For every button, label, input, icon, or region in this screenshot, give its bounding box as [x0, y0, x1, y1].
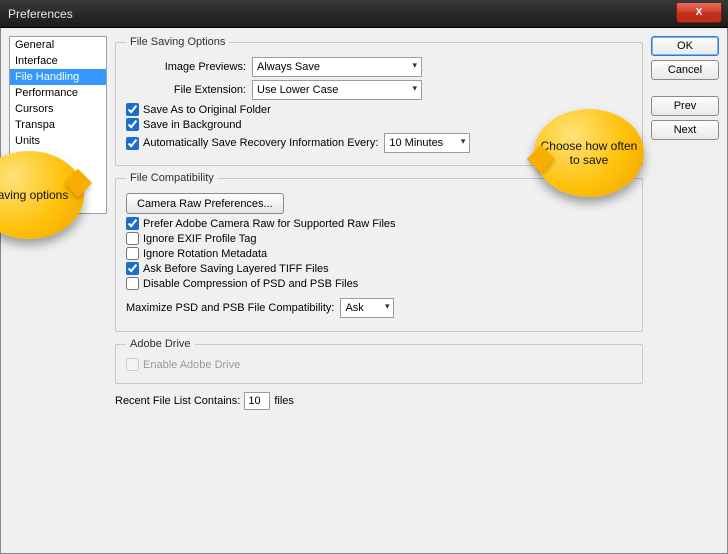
- ask-tiff-checkbox[interactable]: Ask Before Saving Layered TIFF Files: [126, 262, 632, 275]
- prefer-camera-raw-checkbox[interactable]: Prefer Adobe Camera Raw for Supported Ra…: [126, 217, 632, 230]
- sidebar-item-transpa[interactable]: Transpa: [10, 117, 106, 133]
- ignore-rotation-checkbox[interactable]: Ignore Rotation Metadata: [126, 247, 632, 260]
- close-icon: X: [696, 7, 703, 18]
- adobe-drive-group: Adobe Drive Enable Adobe Drive: [115, 338, 643, 384]
- file-compatibility-group: File Compatibility Camera Raw Preference…: [115, 172, 643, 332]
- sidebar-item-cursors[interactable]: Cursors: [10, 101, 106, 117]
- image-previews-label: Image Previews:: [126, 61, 246, 73]
- recent-files-label: Recent File List Contains:: [115, 395, 240, 407]
- preferences-dialog: Preferences X GeneralInterfaceFile Handl…: [0, 0, 728, 554]
- camera-raw-preferences-button[interactable]: Camera Raw Preferences...: [126, 193, 284, 214]
- disable-compression-checkbox[interactable]: Disable Compression of PSD and PSB Files: [126, 277, 632, 290]
- sidebar-item-performance[interactable]: Performance: [10, 85, 106, 101]
- ignore-exif-checkbox[interactable]: Ignore EXIF Profile Tag: [126, 232, 632, 245]
- maximize-compat-label: Maximize PSD and PSB File Compatibility:: [126, 302, 334, 314]
- sidebar-item-file-handling[interactable]: File Handling: [10, 69, 106, 85]
- enable-adobe-drive-checkbox: Enable Adobe Drive: [126, 358, 632, 371]
- sidebar-item-general[interactable]: General: [10, 37, 106, 53]
- callout-autosave: Choose how often to save: [534, 109, 644, 197]
- prev-button[interactable]: Prev: [651, 96, 719, 116]
- dialog-content: GeneralInterfaceFile HandlingPerformance…: [0, 28, 728, 554]
- save-as-original-checkbox[interactable]: Save As to Original Folder: [126, 103, 632, 116]
- recent-files-suffix: files: [274, 395, 294, 407]
- cancel-button[interactable]: Cancel: [651, 60, 719, 80]
- ok-button[interactable]: OK: [651, 36, 719, 56]
- sidebar-item-units[interactable]: Units: [10, 133, 106, 149]
- recent-files-row: Recent File List Contains: files: [115, 392, 643, 410]
- window-title: Preferences: [8, 7, 73, 21]
- recent-files-input[interactable]: [244, 392, 270, 410]
- maximize-compat-select[interactable]: Ask: [340, 298, 394, 318]
- settings-panel: File Saving Options Image Previews: Alwa…: [115, 36, 643, 545]
- file-extension-select[interactable]: Use Lower Case: [252, 80, 422, 100]
- next-button[interactable]: Next: [651, 120, 719, 140]
- file-saving-legend: File Saving Options: [126, 36, 229, 48]
- adobe-drive-legend: Adobe Drive: [126, 338, 195, 350]
- close-button[interactable]: X: [676, 3, 722, 23]
- file-extension-label: File Extension:: [126, 84, 246, 96]
- file-compatibility-legend: File Compatibility: [126, 172, 218, 184]
- dialog-buttons: OK Cancel Prev Next: [651, 36, 719, 545]
- sidebar-item-interface[interactable]: Interface: [10, 53, 106, 69]
- image-previews-select[interactable]: Always Save: [252, 57, 422, 77]
- autosave-interval-select[interactable]: 10 Minutes: [384, 133, 470, 153]
- titlebar: Preferences X: [0, 0, 728, 28]
- autosave-checkbox[interactable]: Automatically Save Recovery Information …: [126, 137, 378, 150]
